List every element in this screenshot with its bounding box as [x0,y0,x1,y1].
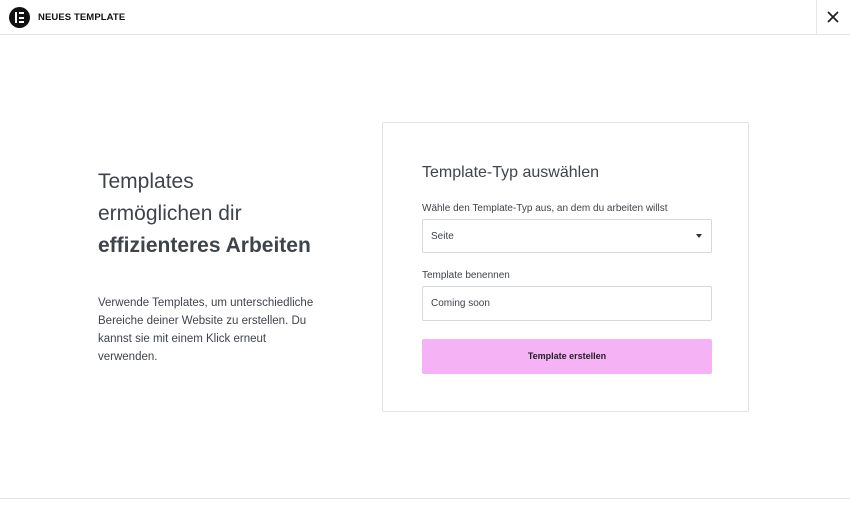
create-template-button[interactable]: Template erstellen [422,339,712,374]
header-divider [816,0,817,34]
headline-line-1: Templates [98,170,194,193]
intro-headline: Templates ermöglichen dir effizienteres … [98,166,338,262]
headline-line-3: effizienteres Arbeiten [98,234,311,257]
modal-title: NEUES TEMPLATE [38,12,126,23]
template-name-label: Template benennen [422,270,510,281]
template-name-input[interactable]: Coming soon [422,286,712,321]
footer-divider [0,498,850,499]
intro-section: Templates ermöglichen dir effizienteres … [98,166,338,366]
template-type-select[interactable]: Seite [422,219,712,253]
modal-header: NEUES TEMPLATE [0,0,850,35]
elementor-logo-icon [9,7,30,28]
template-type-value: Seite [431,231,454,242]
template-form-card: Template-Typ auswählen Wähle den Templat… [382,122,749,412]
template-type-label: Wähle den Template-Typ aus, an dem du ar… [422,203,668,214]
template-name-value: Coming soon [431,298,490,309]
caret-down-icon [696,234,702,238]
intro-description: Verwende Templates, um unterschiedliche … [98,297,314,363]
form-title: Template-Typ auswählen [422,164,599,181]
headline-line-2: ermöglichen dir [98,202,242,225]
close-button[interactable] [824,8,842,26]
close-icon [827,11,839,23]
create-template-label: Template erstellen [527,351,607,361]
